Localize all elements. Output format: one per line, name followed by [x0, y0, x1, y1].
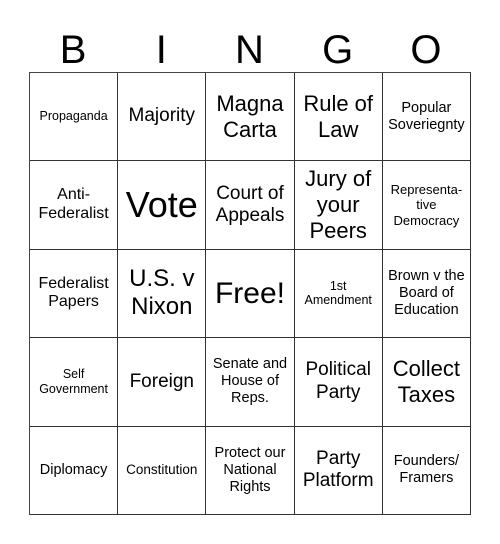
bingo-cell[interactable]: Jury of your Peers — [294, 161, 383, 250]
bingo-cell[interactable]: U.S. v Nixon — [118, 249, 207, 339]
bingo-cell[interactable]: Constitution — [118, 426, 207, 515]
bingo-cell[interactable]: 1st Amendment — [294, 249, 383, 339]
bingo-cell[interactable]: Foreign — [118, 338, 207, 427]
bingo-cell[interactable]: Vote — [118, 161, 207, 250]
bingo-cell[interactable]: Political Party — [294, 338, 383, 427]
bingo-cell[interactable]: Self Government — [30, 338, 119, 427]
bingo-cell[interactable]: Protect our National Rights — [206, 426, 295, 515]
bingo-cell[interactable]: Popular Soveriegnty — [382, 73, 471, 162]
header-letter-g: G — [322, 28, 354, 72]
bingo-cell[interactable]: Federalist Papers — [30, 249, 119, 339]
bingo-cell[interactable]: Rule of Law — [294, 73, 383, 162]
bingo-cell[interactable]: Brown v the Board of Education — [382, 249, 471, 339]
bingo-cell[interactable]: Court of Appeals — [206, 161, 295, 250]
bingo-cell[interactable]: Representa-tive Democracy — [382, 161, 471, 250]
bingo-header: B I N G O — [29, 22, 470, 72]
bingo-cell[interactable]: Senate and House of Reps. — [206, 338, 295, 427]
free-space-cell[interactable]: Free! — [206, 249, 295, 339]
header-letter-n: N — [235, 28, 264, 72]
bingo-cell[interactable]: Collect Taxes — [382, 338, 471, 427]
bingo-cell[interactable]: Diplomacy — [30, 426, 119, 515]
bingo-grid: Propaganda Majority Magna Carta Rule of … — [29, 72, 471, 515]
bingo-cell[interactable]: Propaganda — [30, 73, 119, 162]
bingo-cell[interactable]: Party Platform — [294, 426, 383, 515]
header-letter-i: I — [155, 28, 167, 72]
bingo-cell[interactable]: Magna Carta — [206, 73, 295, 162]
header-letter-b: B — [59, 28, 87, 72]
header-letter-o: O — [410, 28, 442, 72]
bingo-cell[interactable]: Majority — [118, 73, 207, 162]
bingo-cell[interactable]: Anti-Federalist — [30, 161, 119, 250]
bingo-cell[interactable]: Founders/ Framers — [382, 426, 471, 515]
